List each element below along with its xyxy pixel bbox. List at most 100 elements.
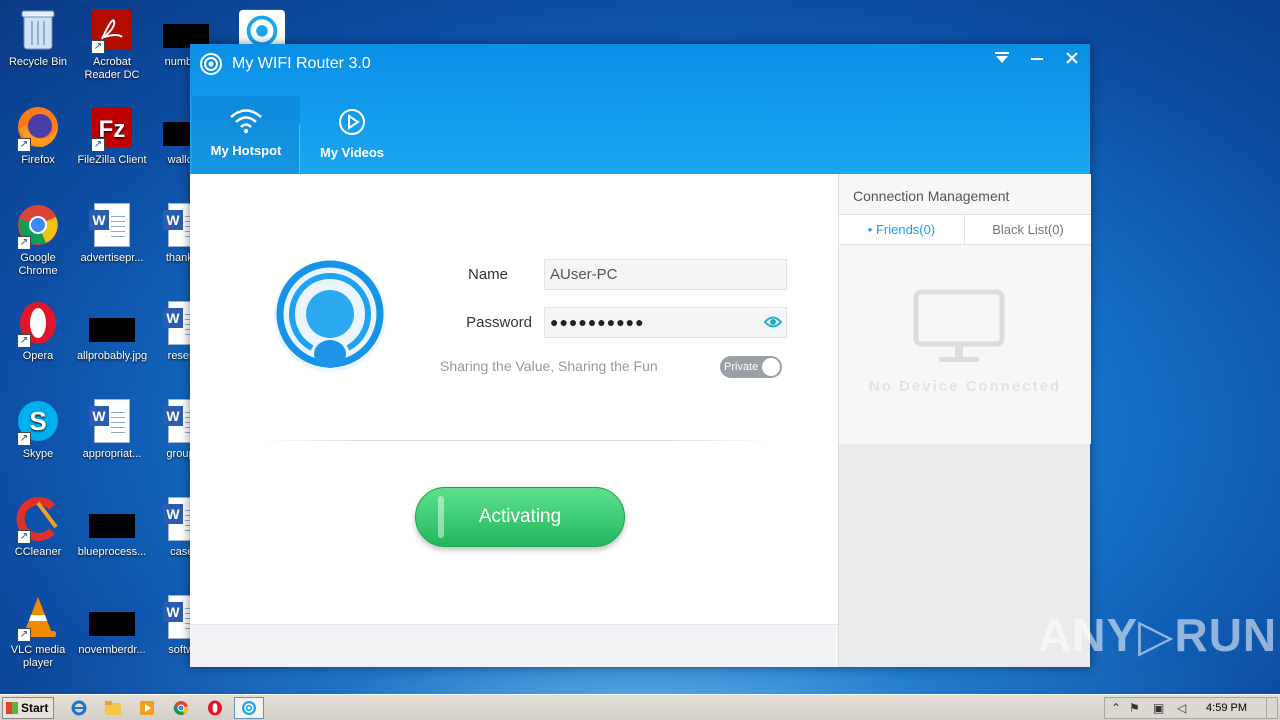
connection-management-panel: Connection Management • Friends(0) Black… (838, 174, 1091, 667)
network-icon[interactable]: ▣ (1153, 701, 1164, 715)
acrobat-icon: ↗ (89, 6, 135, 54)
shortcut-arrow-icon: ↗ (17, 628, 31, 642)
title-bar[interactable]: My WIFI Router 3.0 My Hotspot My Videos (190, 44, 1090, 174)
minimize-icon (1031, 58, 1043, 60)
desktop-icon-label: Firefox (21, 154, 55, 166)
show-password-eye-icon[interactable] (764, 315, 782, 329)
folder-icon (105, 701, 121, 715)
password-label: Password (466, 314, 532, 331)
desktop-icon-label: Opera (22, 350, 54, 362)
shortcut-arrow-icon: ↗ (91, 40, 105, 54)
toggle-knob (762, 358, 780, 376)
taskbar-explorer[interactable] (98, 697, 128, 719)
internet-explorer-icon (71, 700, 87, 716)
desktop-icon-acrobat[interactable]: ↗ Acrobat Reader DC (74, 6, 150, 82)
name-field[interactable]: AUser-PC (544, 259, 787, 290)
vlc-cone-icon: ↗ (15, 594, 61, 642)
taskbar-wifi-router[interactable] (234, 697, 264, 719)
desktop-icon-label: Recycle Bin (8, 56, 68, 68)
opera-icon (208, 700, 222, 716)
wifi-icon (230, 109, 262, 134)
start-button[interactable]: Start (2, 697, 54, 719)
desktop-icon-recycle-bin[interactable]: Recycle Bin (0, 6, 76, 69)
desktop-icon-label: novemberdr... (78, 644, 146, 656)
clock[interactable]: 4:59 PM (1206, 702, 1247, 714)
name-value: AUser-PC (550, 266, 618, 283)
tab-friends[interactable]: • Friends(0) (839, 215, 965, 245)
private-toggle[interactable]: Private (720, 356, 782, 378)
shortcut-arrow-icon: ↗ (17, 432, 31, 446)
taskbar-opera[interactable] (200, 697, 230, 719)
ccleaner-icon: ↗ (15, 496, 61, 544)
filezilla-icon: Fz ↗ (89, 104, 135, 152)
shortcut-arrow-icon: ↗ (17, 138, 31, 152)
svg-text:S: S (29, 406, 46, 436)
desktop-icon-label: allprobably.jpg (76, 350, 148, 362)
desktop-icon-label: blueprocess... (77, 546, 147, 558)
tab-label: My Videos (319, 145, 385, 160)
minimize-button[interactable] (1022, 48, 1052, 72)
desktop-icon-chrome[interactable]: ↗ Google Chrome (0, 202, 76, 278)
tab-my-hotspot[interactable]: My Hotspot (192, 96, 300, 174)
taskbar-chrome[interactable] (166, 697, 196, 719)
connection-list-area: Connection Management • Friends(0) Black… (839, 174, 1091, 444)
desktop-icon-label: VLC media player (10, 644, 66, 669)
desktop-icon-label: Skype (22, 448, 54, 460)
taskbar-media-player[interactable] (132, 697, 162, 719)
connection-tabs: • Friends(0) Black List(0) (839, 214, 1091, 245)
close-button[interactable] (1057, 48, 1087, 72)
password-value: ●●●●●●●●●● (550, 314, 645, 330)
shortcut-arrow-icon: ↗ (17, 334, 31, 348)
word-document-icon: W (89, 398, 135, 444)
desktop-icon-file[interactable]: novemberdr... (74, 594, 150, 657)
media-player-icon (140, 701, 154, 715)
taskbar: Start ⌃ ⚑ ▣ ◁ 4:59 PM (0, 694, 1280, 720)
menu-dropdown-button[interactable] (987, 48, 1017, 72)
hotspot-logo-icon (274, 260, 386, 372)
desktop-icon-vlc[interactable]: ↗ VLC media player (0, 594, 76, 670)
desktop-icon-filezilla[interactable]: Fz ↗ FileZilla Client (74, 104, 150, 167)
taskbar-ie[interactable] (64, 697, 94, 719)
shortcut-arrow-icon: ↗ (17, 236, 31, 250)
close-icon (1066, 52, 1078, 64)
firefox-icon: ↗ (15, 104, 61, 152)
action-center-flag-icon[interactable]: ⚑ (1129, 701, 1140, 715)
password-field[interactable]: ●●●●●●●●●● (544, 307, 787, 338)
recycle-bin-icon (15, 6, 61, 52)
desktop-icon-firefox[interactable]: ↗ Firefox (0, 104, 76, 167)
panel-title: Connection Management (853, 188, 1010, 204)
show-hidden-icons-icon[interactable]: ⌃ (1111, 701, 1121, 715)
show-desktop-button[interactable] (1266, 697, 1278, 719)
status-footer (190, 624, 838, 667)
monitor-icon (913, 289, 1005, 362)
play-icon (339, 109, 365, 135)
tab-black-list[interactable]: Black List(0) (965, 215, 1091, 245)
tab-my-videos[interactable]: My Videos (298, 96, 406, 174)
desktop-icon-opera[interactable]: ↗ Opera (0, 300, 76, 363)
chrome-icon (173, 701, 189, 715)
skype-icon: S ↗ (15, 398, 61, 446)
desktop-icon-jpg[interactable]: allprobably.jpg (74, 300, 150, 363)
dropdown-triangle-icon (995, 52, 1009, 63)
tagline-text: Sharing the Value, Sharing the Fun (440, 358, 658, 374)
app-logo-icon (200, 53, 222, 75)
button-shine (438, 496, 444, 538)
shortcut-arrow-icon: ↗ (17, 530, 31, 544)
desktop-icon-ccleaner[interactable]: ↗ CCleaner (0, 496, 76, 559)
desktop-icon-doc[interactable]: W advertisepr... (74, 202, 150, 265)
desktop-icon-file[interactable]: blueprocess... (74, 496, 150, 559)
app-window: My WIFI Router 3.0 My Hotspot My Videos … (190, 44, 1091, 667)
desktop-icon-doc[interactable]: W appropriat... (74, 398, 150, 461)
anyrun-watermark: ANY▷RUN (1038, 609, 1278, 661)
desktop-icon-label: Google Chrome (18, 252, 58, 277)
toggle-label: Private (724, 361, 759, 373)
name-label: Name (467, 266, 508, 283)
hotspot-panel (190, 174, 838, 667)
volume-icon[interactable]: ◁ (1177, 701, 1186, 715)
opera-icon: ↗ (15, 300, 61, 348)
desktop-icon-label: advertisepr... (80, 252, 144, 264)
windows-logo-icon (6, 702, 18, 714)
activate-button[interactable]: Activating (415, 487, 625, 547)
desktop-icon-skype[interactable]: S ↗ Skype (0, 398, 76, 461)
image-file-icon (89, 496, 135, 542)
